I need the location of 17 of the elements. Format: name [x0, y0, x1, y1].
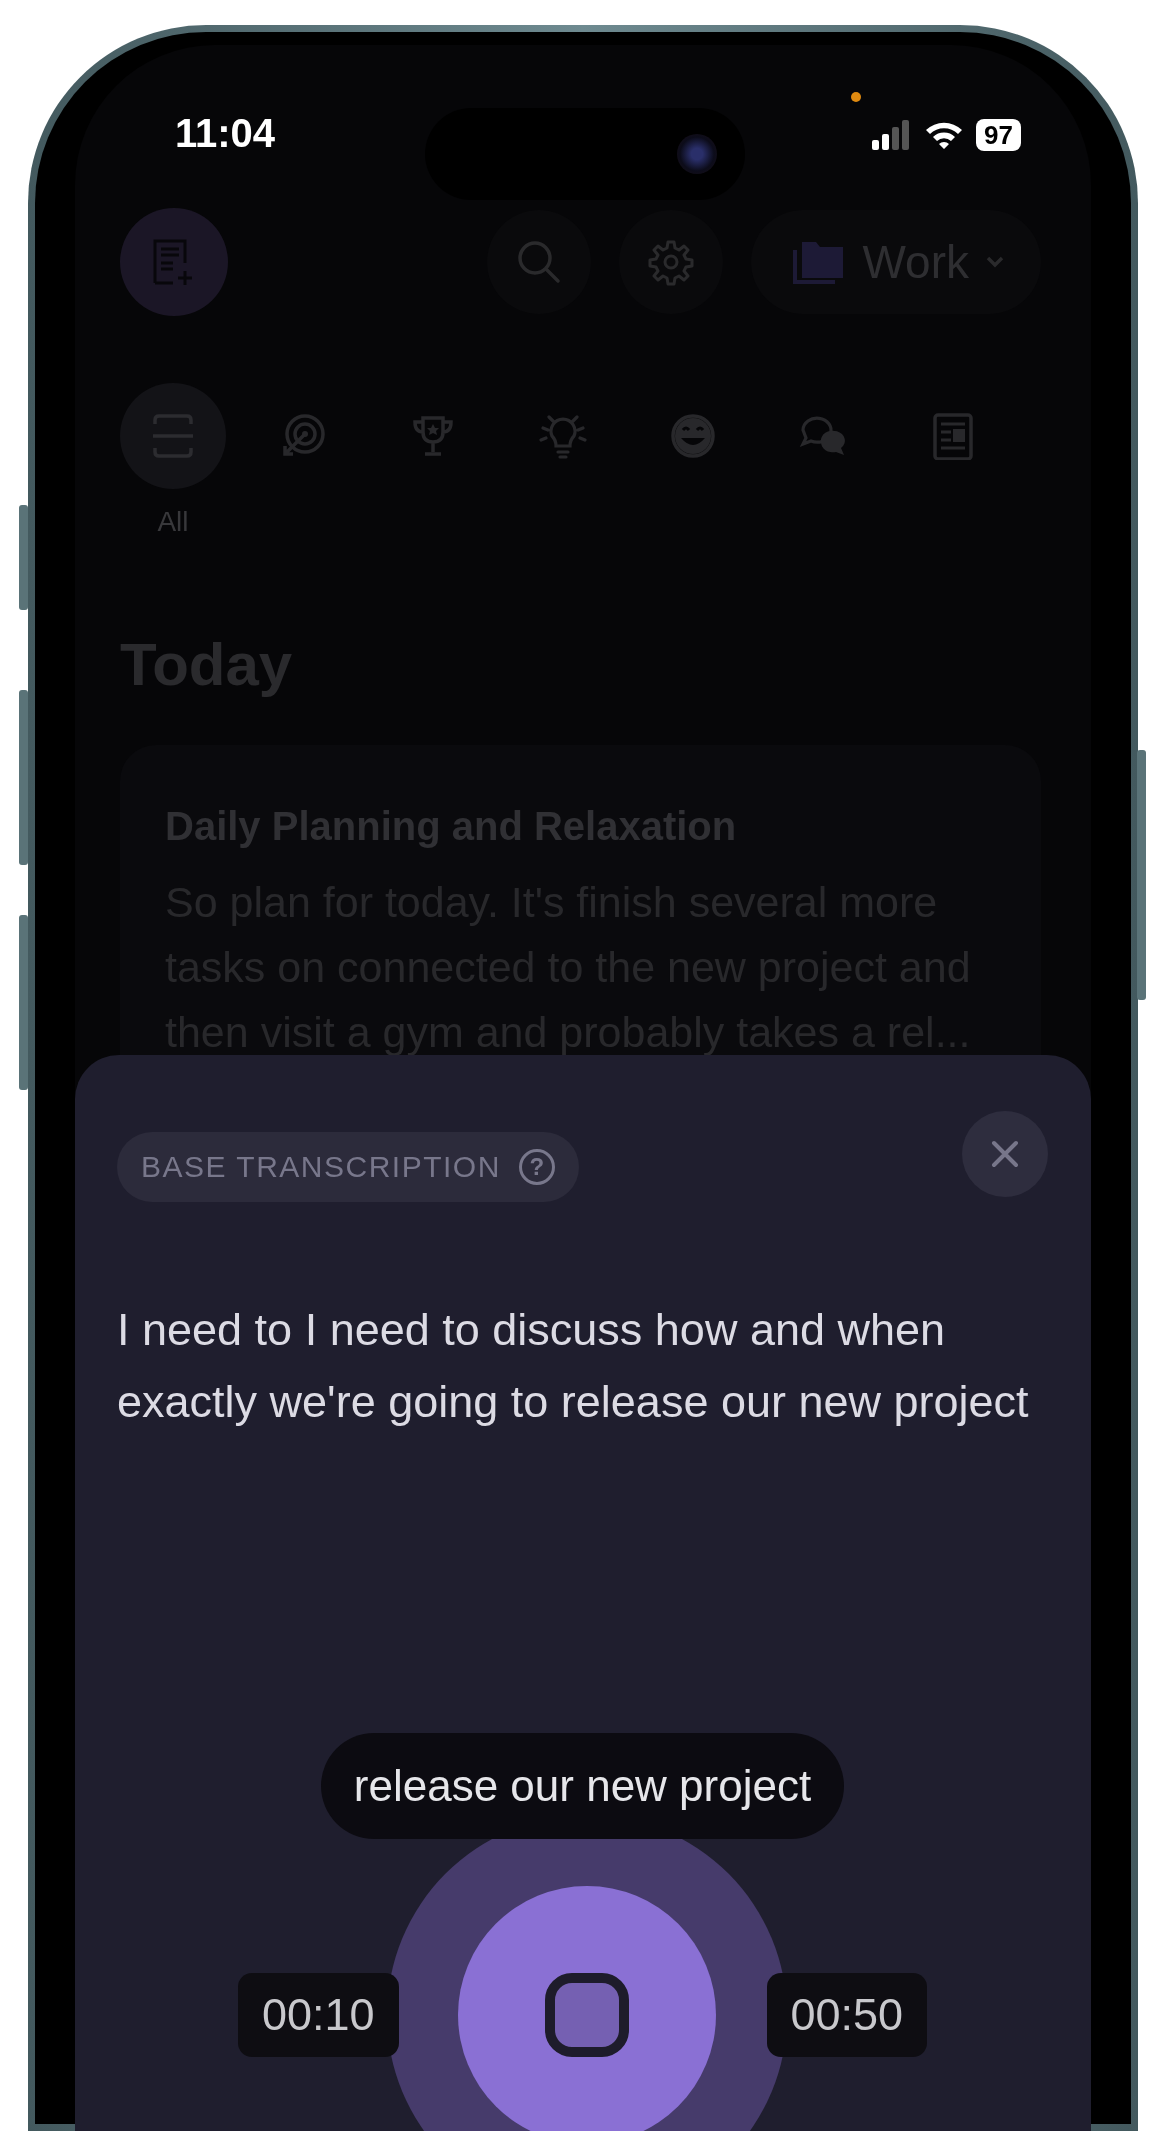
- mode-badge[interactable]: BASE TRANSCRIPTION ?: [117, 1132, 579, 1202]
- idea-icon: [539, 412, 587, 460]
- battery-indicator: 97: [976, 119, 1021, 151]
- camera-lens: [677, 134, 717, 174]
- help-icon: ?: [518, 1149, 555, 1185]
- clock-time: 11:04: [175, 111, 276, 155]
- close-icon: [990, 1139, 1020, 1169]
- settings-icon: [646, 238, 695, 286]
- transcript-text: I need to I need to discuss how and when exactly we're going to release our new project: [117, 1303, 1030, 1429]
- smile-icon: [669, 412, 717, 460]
- elapsed-time: 00:10: [237, 1973, 399, 2057]
- stop-icon: [544, 1973, 629, 2057]
- wifi-icon: [924, 120, 965, 150]
- remaining-time: 00:50: [766, 1973, 928, 2057]
- chevron-down-icon: [985, 255, 1005, 269]
- live-caption-tooltip: release our new project: [320, 1733, 845, 1839]
- privacy-indicator-dot: [851, 92, 861, 102]
